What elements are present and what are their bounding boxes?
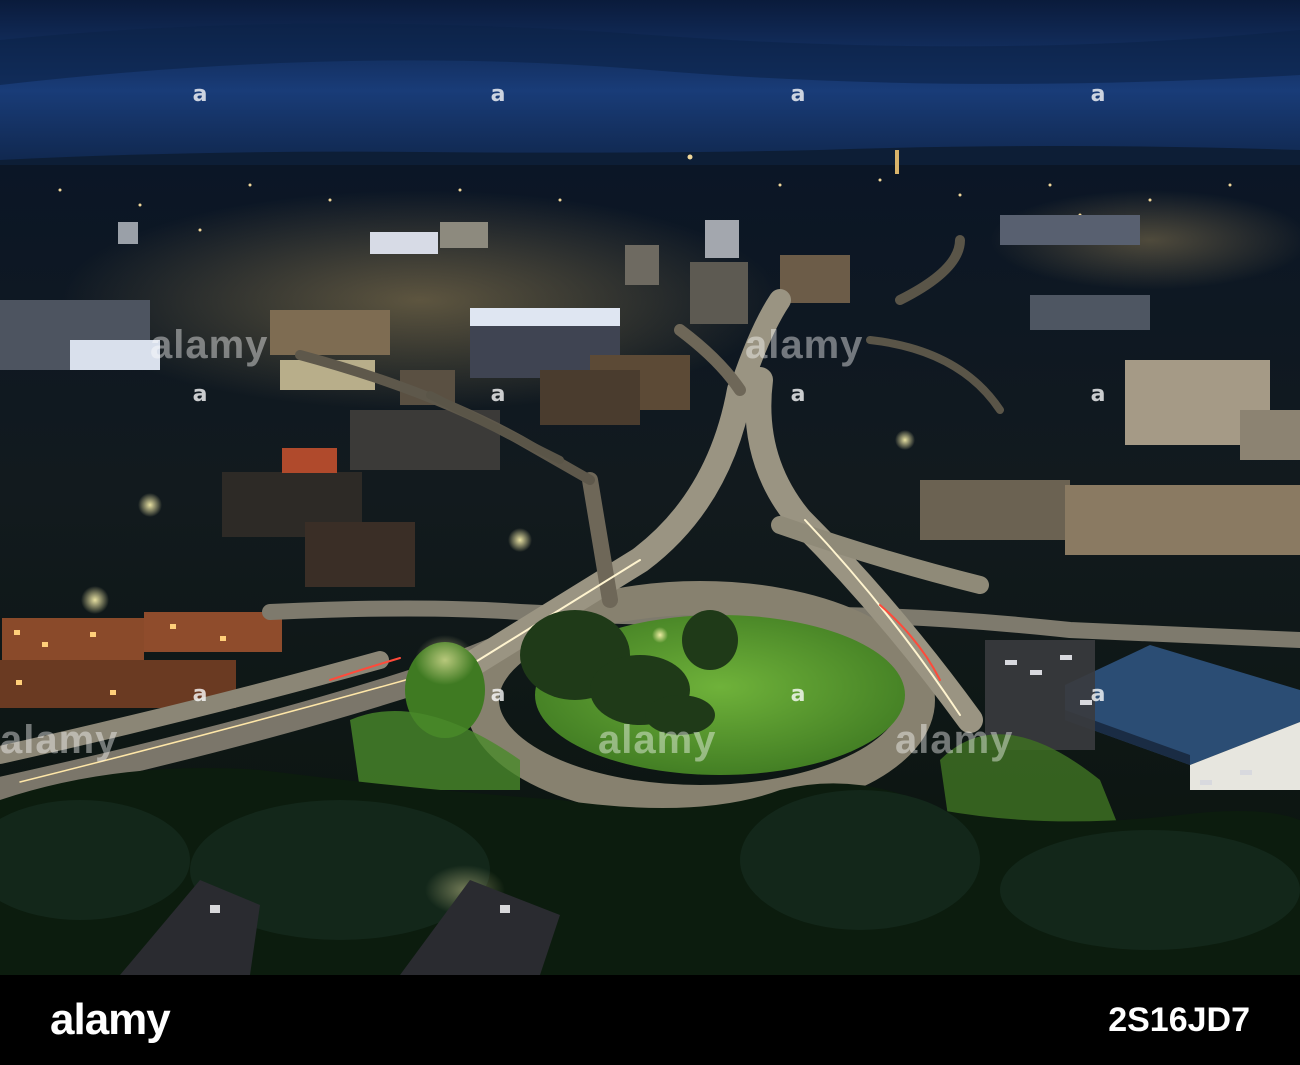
watermark-word: alamy — [895, 718, 1014, 762]
watermark-tile: a — [790, 82, 806, 107]
watermark-tile: a — [1090, 682, 1106, 707]
watermark-tile: a — [192, 82, 208, 107]
watermark-tile: a — [192, 382, 208, 407]
distant-tower — [895, 150, 899, 174]
watermark-word: alamy — [0, 718, 119, 762]
alamy-logo[interactable]: alamy — [50, 997, 171, 1043]
watermark-tile: a — [490, 82, 506, 107]
watermark-tile: a — [490, 682, 506, 707]
watermark-word: alamy — [150, 323, 269, 367]
watermark-word: alamy — [745, 323, 864, 367]
watermark-tile: a — [1090, 82, 1106, 107]
watermark-tile: a — [1090, 382, 1106, 407]
watermark-word: alamy — [598, 718, 717, 762]
image-id: 2S16JD7 — [1108, 1001, 1250, 1039]
watermark-tile: a — [490, 382, 506, 407]
watermark-tile: a — [790, 382, 806, 407]
footer-bar: alamy 2S16JD7 — [0, 975, 1300, 1065]
watermark-tile: a — [790, 682, 806, 707]
aerial-night-photo — [0, 0, 1300, 975]
watermark-tile: a — [192, 682, 208, 707]
